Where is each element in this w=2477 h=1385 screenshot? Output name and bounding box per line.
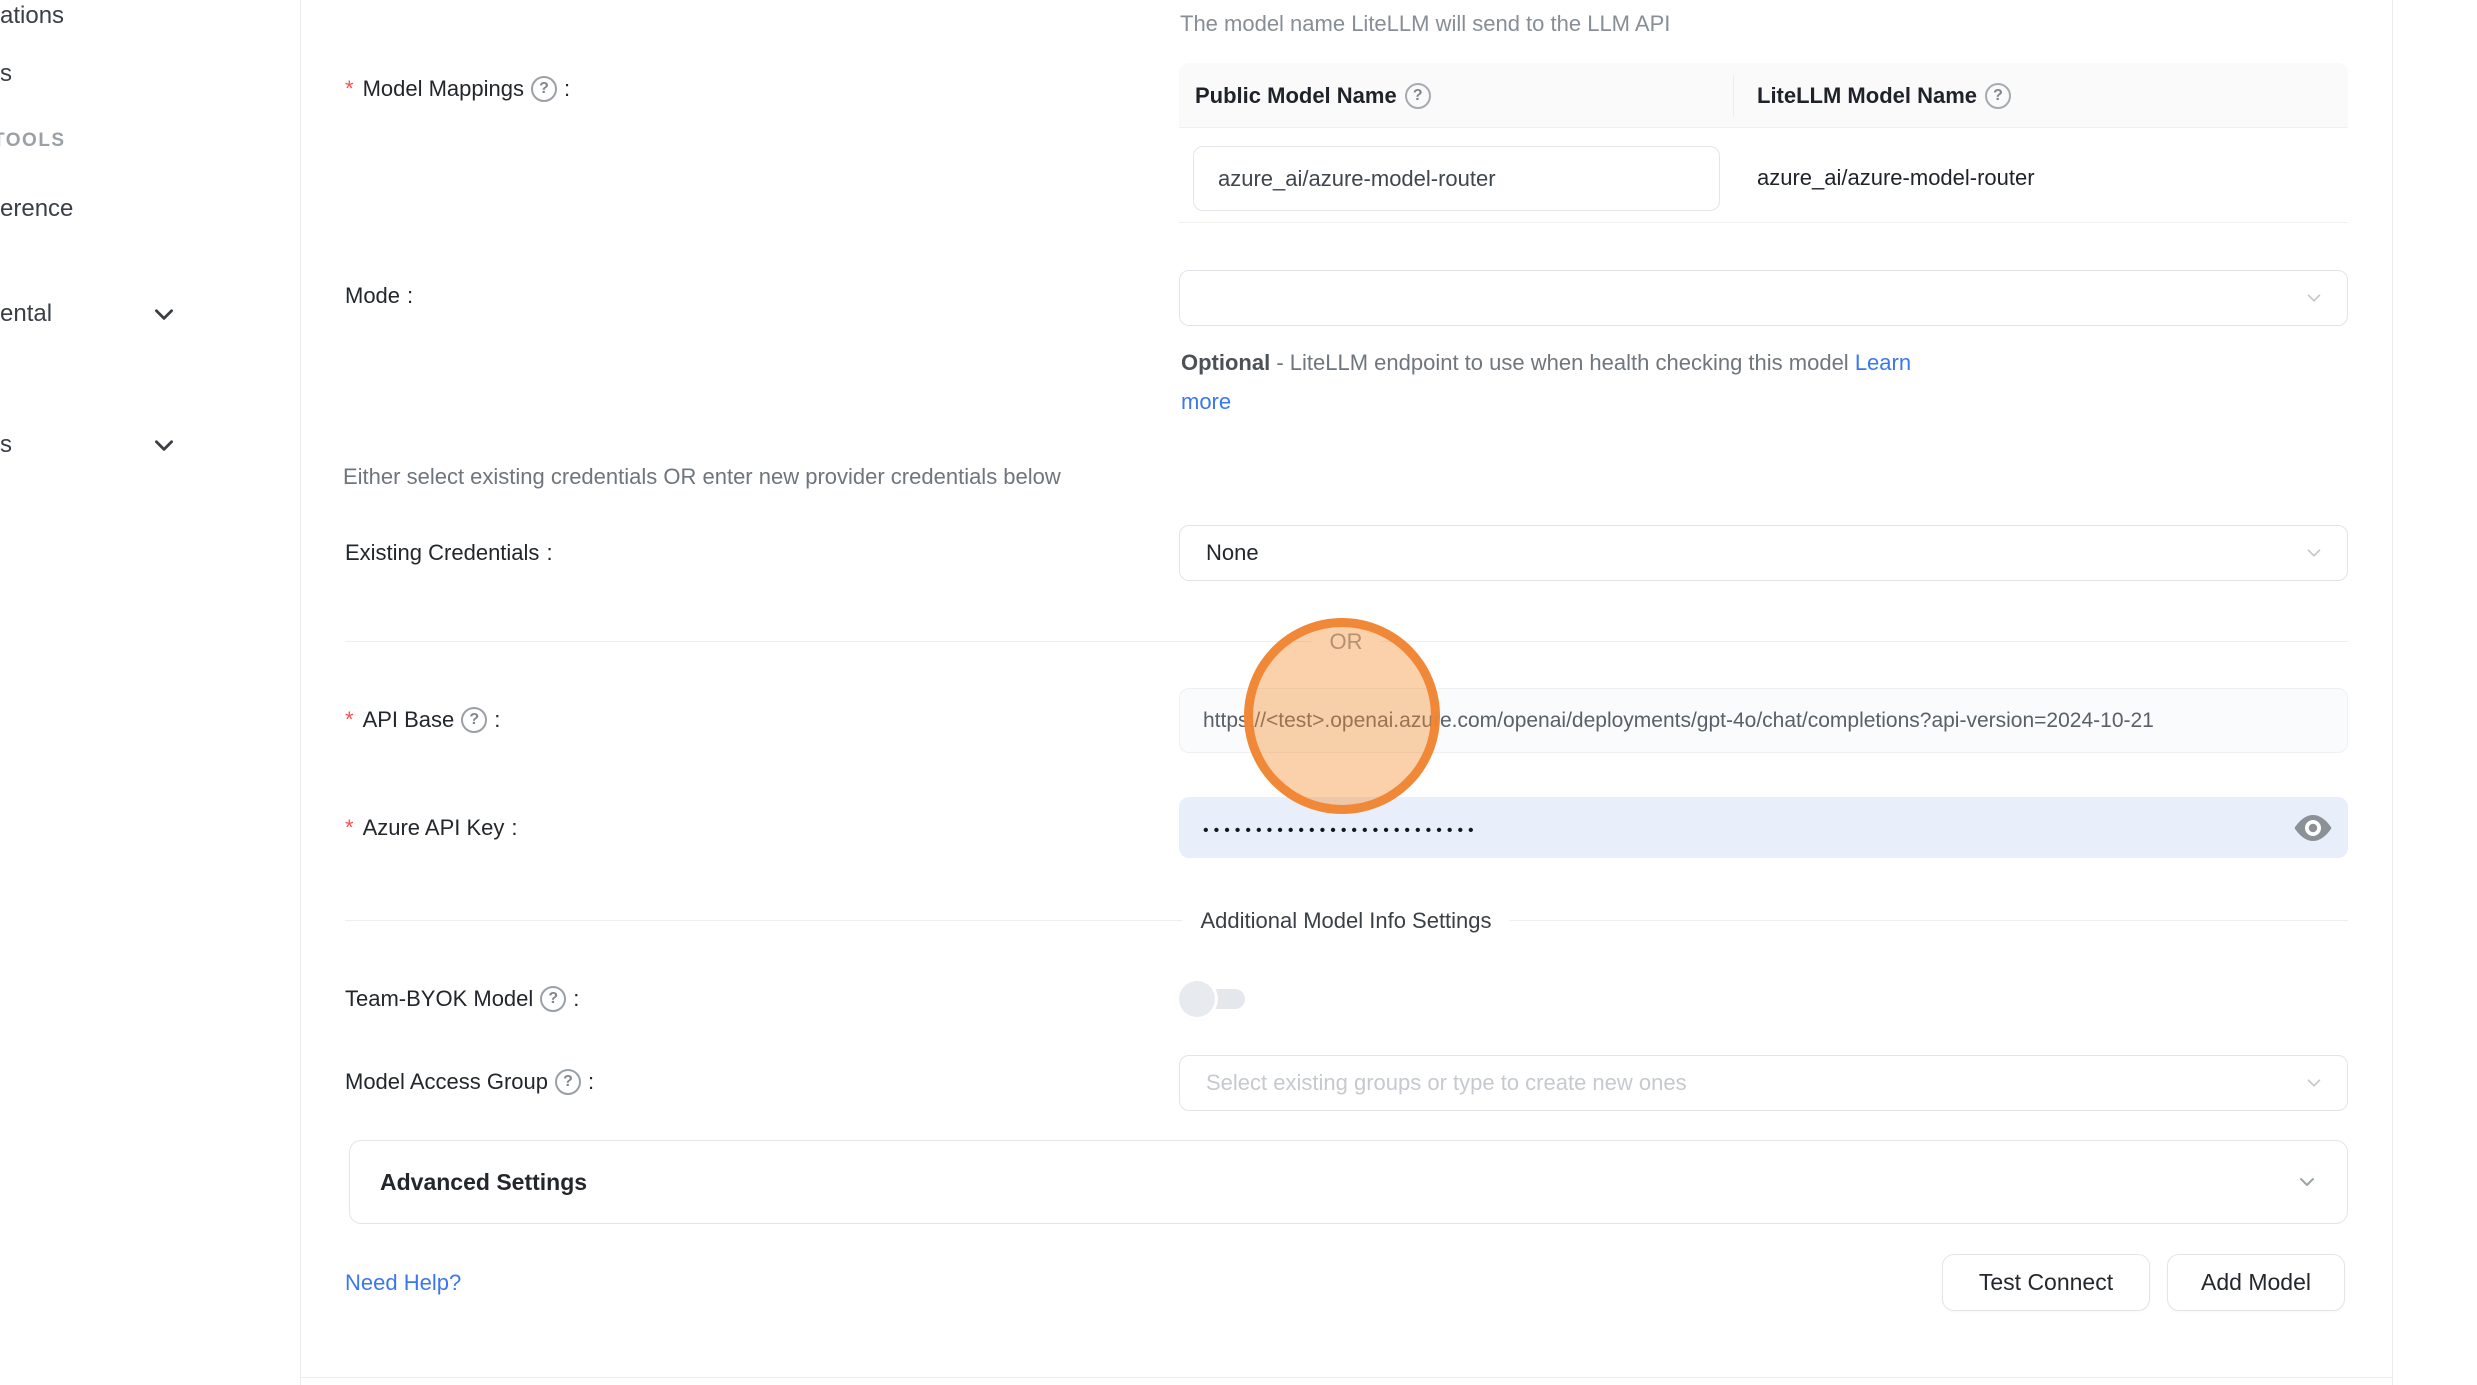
model-access-group-label-text: Model Access Group: [345, 1069, 548, 1095]
label-colon: :: [573, 986, 579, 1012]
table-column-divider: [1733, 75, 1734, 117]
mode-label-text: Mode: [345, 283, 400, 309]
test-connect-button[interactable]: Test Connect: [1942, 1254, 2150, 1311]
help-icon[interactable]: ?: [1985, 83, 2011, 109]
table-row-divider: [1179, 222, 2348, 223]
sidebar-item-fragment[interactable]: ental: [0, 300, 52, 328]
model-mappings-label-text: Model Mappings: [363, 76, 524, 102]
chevron-down-icon: [2295, 1170, 2319, 1194]
existing-credentials-label-text: Existing Credentials: [345, 540, 539, 566]
team-byok-label: Team-BYOK Model ? :: [345, 986, 579, 1012]
model-name-helper-text: The model name LiteLLM will send to the …: [1180, 11, 1670, 37]
litellm-model-name-header: LiteLLM Model Name ?: [1757, 63, 2011, 128]
help-icon[interactable]: ?: [531, 76, 557, 102]
help-icon[interactable]: ?: [461, 707, 487, 733]
public-model-name-input[interactable]: [1193, 146, 1720, 211]
card-right-border: [2392, 0, 2393, 1385]
model-access-group-label: Model Access Group ? :: [345, 1069, 594, 1095]
existing-credentials-label: Existing Credentials :: [345, 540, 553, 566]
label-colon: :: [546, 540, 552, 566]
mode-helper-line1: Optional - LiteLLM endpoint to use when …: [1181, 350, 1911, 376]
select-caret-icon: [2303, 1072, 2325, 1094]
sidebar-item-fragment[interactable]: s: [0, 431, 12, 459]
sidebar: ations s TOOLS erence ental s: [0, 0, 300, 1385]
masked-api-key: ••••••••••••••••••••••••••: [1203, 817, 1479, 839]
toggle-knob: [1179, 981, 1215, 1017]
team-byok-label-text: Team-BYOK Model: [345, 986, 533, 1012]
existing-credentials-value: None: [1206, 540, 1259, 566]
need-help-link[interactable]: Need Help?: [345, 1270, 461, 1296]
azure-api-key-label: * Azure API Key :: [345, 815, 518, 841]
label-colon: :: [564, 76, 570, 102]
learn-more-link[interactable]: Learn: [1855, 350, 1911, 375]
credentials-note: Either select existing credentials OR en…: [343, 464, 1061, 490]
or-divider-text: OR: [1312, 629, 1381, 655]
mode-helper-sep: -: [1270, 350, 1290, 375]
model-mappings-label: * Model Mappings ? :: [345, 76, 570, 102]
sidebar-item-fragment[interactable]: s: [0, 60, 12, 88]
sidebar-item-fragment[interactable]: ations: [0, 2, 64, 30]
card-bottom-border: [300, 1377, 2393, 1378]
chevron-down-icon[interactable]: [151, 301, 177, 327]
required-asterisk: *: [345, 76, 354, 102]
help-icon[interactable]: ?: [540, 986, 566, 1012]
azure-api-key-input[interactable]: ••••••••••••••••••••••••••: [1179, 797, 2348, 858]
card-left-border: [300, 0, 301, 1385]
select-caret-icon: [2303, 542, 2325, 564]
select-caret-icon: [2303, 287, 2325, 309]
existing-credentials-select[interactable]: None: [1179, 525, 2348, 581]
label-colon: :: [494, 707, 500, 733]
litellm-model-name-value: azure_ai/azure-model-router: [1757, 165, 2035, 191]
label-colon: :: [407, 283, 413, 309]
chevron-down-icon[interactable]: [151, 432, 177, 458]
help-icon[interactable]: ?: [555, 1069, 581, 1095]
eye-icon[interactable]: [2293, 813, 2333, 843]
label-colon: :: [511, 815, 517, 841]
api-base-input[interactable]: https://<test>.openai.azure.com/openai/d…: [1179, 688, 2348, 753]
litellm-model-name-header-text: LiteLLM Model Name: [1757, 83, 1977, 109]
additional-settings-divider-text: Additional Model Info Settings: [1182, 908, 1509, 934]
sidebar-section-tools: TOOLS: [0, 130, 66, 152]
mode-select[interactable]: [1179, 270, 2348, 326]
required-asterisk: *: [345, 707, 354, 733]
add-model-button[interactable]: Add Model: [2167, 1254, 2345, 1311]
azure-api-key-label-text: Azure API Key: [363, 815, 505, 841]
sidebar-item-fragment[interactable]: erence: [0, 195, 73, 223]
public-model-name-header-text: Public Model Name: [1195, 83, 1397, 109]
learn-more-link[interactable]: more: [1181, 389, 1231, 415]
mode-helper-bold: Optional: [1181, 350, 1270, 375]
team-byok-toggle[interactable]: [1179, 981, 1247, 1017]
api-base-label: * API Base ? :: [345, 707, 500, 733]
required-asterisk: *: [345, 815, 354, 841]
help-icon[interactable]: ?: [1405, 83, 1431, 109]
mode-label: Mode :: [345, 283, 413, 309]
mode-helper-text: LiteLLM endpoint to use when health chec…: [1290, 350, 1855, 375]
advanced-settings-panel[interactable]: Advanced Settings: [349, 1140, 2348, 1224]
model-access-group-placeholder: Select existing groups or type to create…: [1206, 1070, 1687, 1096]
advanced-settings-title: Advanced Settings: [380, 1169, 587, 1196]
api-base-label-text: API Base: [363, 707, 455, 733]
label-colon: :: [588, 1069, 594, 1095]
model-access-group-select[interactable]: Select existing groups or type to create…: [1179, 1055, 2348, 1111]
public-model-name-header: Public Model Name ?: [1195, 63, 1431, 128]
